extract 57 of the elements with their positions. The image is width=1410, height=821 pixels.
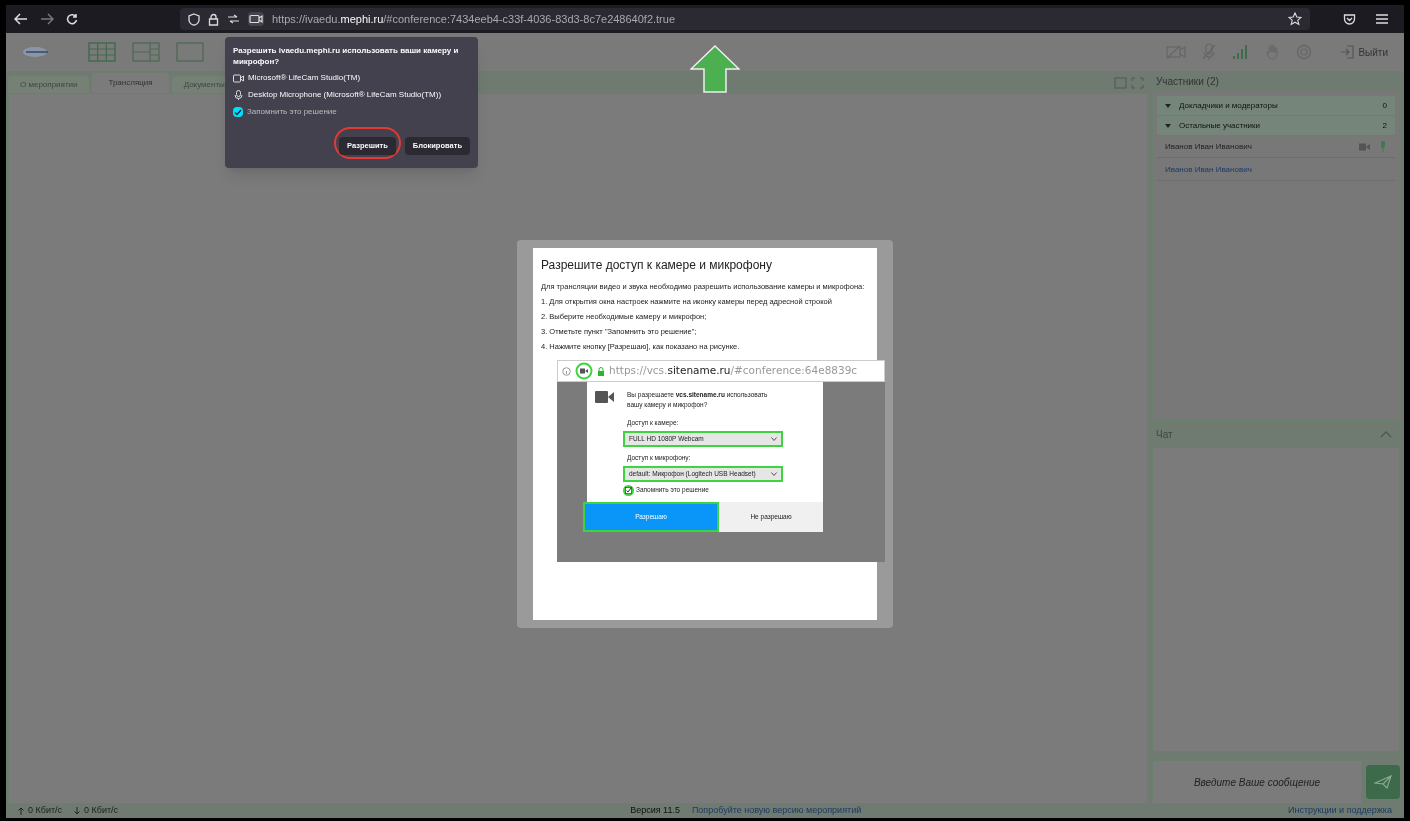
exit-icon[interactable] xyxy=(1340,45,1355,59)
permissions-icon[interactable] xyxy=(227,14,240,24)
group-count: 2 xyxy=(1382,119,1387,132)
camera-icon xyxy=(1359,142,1371,151)
reload-icon[interactable] xyxy=(66,13,78,25)
address-bar[interactable]: https://ivaedu.mephi.ru/#conference:7434eeb4-c33f-4036-83d3-8c7e248640f2.true xyxy=(180,8,1310,30)
download-icon xyxy=(74,807,81,815)
upload-icon xyxy=(18,807,24,815)
upload-speed: 0 Кбит/с xyxy=(28,804,63,818)
participant-group[interactable]: Докладчики и модераторы 0 xyxy=(1157,96,1395,115)
download-speed: 0 Кбит/с xyxy=(84,804,119,818)
group-count: 0 xyxy=(1382,99,1387,112)
chevron-icon xyxy=(771,471,777,476)
forward-icon[interactable] xyxy=(40,13,54,25)
remember-label[interactable]: Запомнить это решение xyxy=(247,106,337,118)
url-text: https://ivaedu.mephi.ru/#conference:7434eeb4-c33f-4036-83d3-8c7e248640f2.true xyxy=(272,11,676,27)
illustration-url: https://vcs.sitename.ru/#conference:64e8839c xyxy=(609,363,858,379)
device-label: Desktop Microphone (Microsoft® LifeCam Studio(TM)) xyxy=(248,89,442,101)
new-version-link[interactable]: Попробуйте новую версию мероприятий xyxy=(691,804,862,818)
exit-link[interactable]: Выйти xyxy=(1358,44,1388,60)
version-label: Версия 11.5 xyxy=(630,804,680,818)
camera-icon[interactable] xyxy=(248,12,264,26)
lock-icon[interactable] xyxy=(208,12,219,26)
tab[interactable]: Трансляция xyxy=(91,72,170,93)
paper-plane-icon xyxy=(1374,775,1392,789)
lock-icon xyxy=(597,366,605,376)
participant-name[interactable]: Иванов Иван Иванович xyxy=(1165,163,1252,176)
menu-icon[interactable] xyxy=(1376,14,1388,24)
remember-checkbox[interactable] xyxy=(233,107,243,117)
pocket-icon[interactable] xyxy=(1343,12,1356,26)
chevron-icon xyxy=(771,436,777,441)
permission-question: Разрешить ivaedu.mephi.ru использовать ваши камеру и микрофон? xyxy=(233,45,460,67)
video-camera-icon xyxy=(595,390,615,404)
group-label: Остальные участники xyxy=(1179,119,1261,132)
grid-layout-icon[interactable] xyxy=(88,42,116,62)
participant-name[interactable]: Иванов Иван Иванович xyxy=(1165,140,1252,153)
message-field[interactable]: Введите Ваше сообщение xyxy=(1152,760,1362,804)
camera-icon xyxy=(233,73,244,83)
modal-title: Разрешите доступ к камере и микрофону xyxy=(541,257,773,274)
microphone-icon xyxy=(233,90,244,100)
fullscreen-icon[interactable] xyxy=(1131,77,1144,89)
collapse-icon[interactable] xyxy=(1380,430,1392,438)
participant-group[interactable]: Остальные участники 2 xyxy=(1157,116,1395,135)
info-icon xyxy=(562,366,571,376)
window-icon[interactable] xyxy=(1114,77,1127,89)
split-layout-icon[interactable] xyxy=(132,42,160,62)
microphone-icon xyxy=(1379,141,1387,152)
single-layout-icon[interactable] xyxy=(176,42,204,62)
participants-title: Участники (2) xyxy=(1155,74,1220,89)
send-button[interactable] xyxy=(1366,765,1400,799)
help-link[interactable]: Инструкции и поддержка xyxy=(1288,804,1392,818)
device-label: Microsoft® LifeCam Studio(TM) xyxy=(248,72,361,84)
back-icon[interactable] xyxy=(14,13,28,25)
star-icon[interactable] xyxy=(1288,12,1302,26)
group-label: Докладчики и модераторы xyxy=(1179,99,1278,112)
up-arrow-icon xyxy=(690,45,740,93)
shield-icon[interactable] xyxy=(188,12,200,26)
